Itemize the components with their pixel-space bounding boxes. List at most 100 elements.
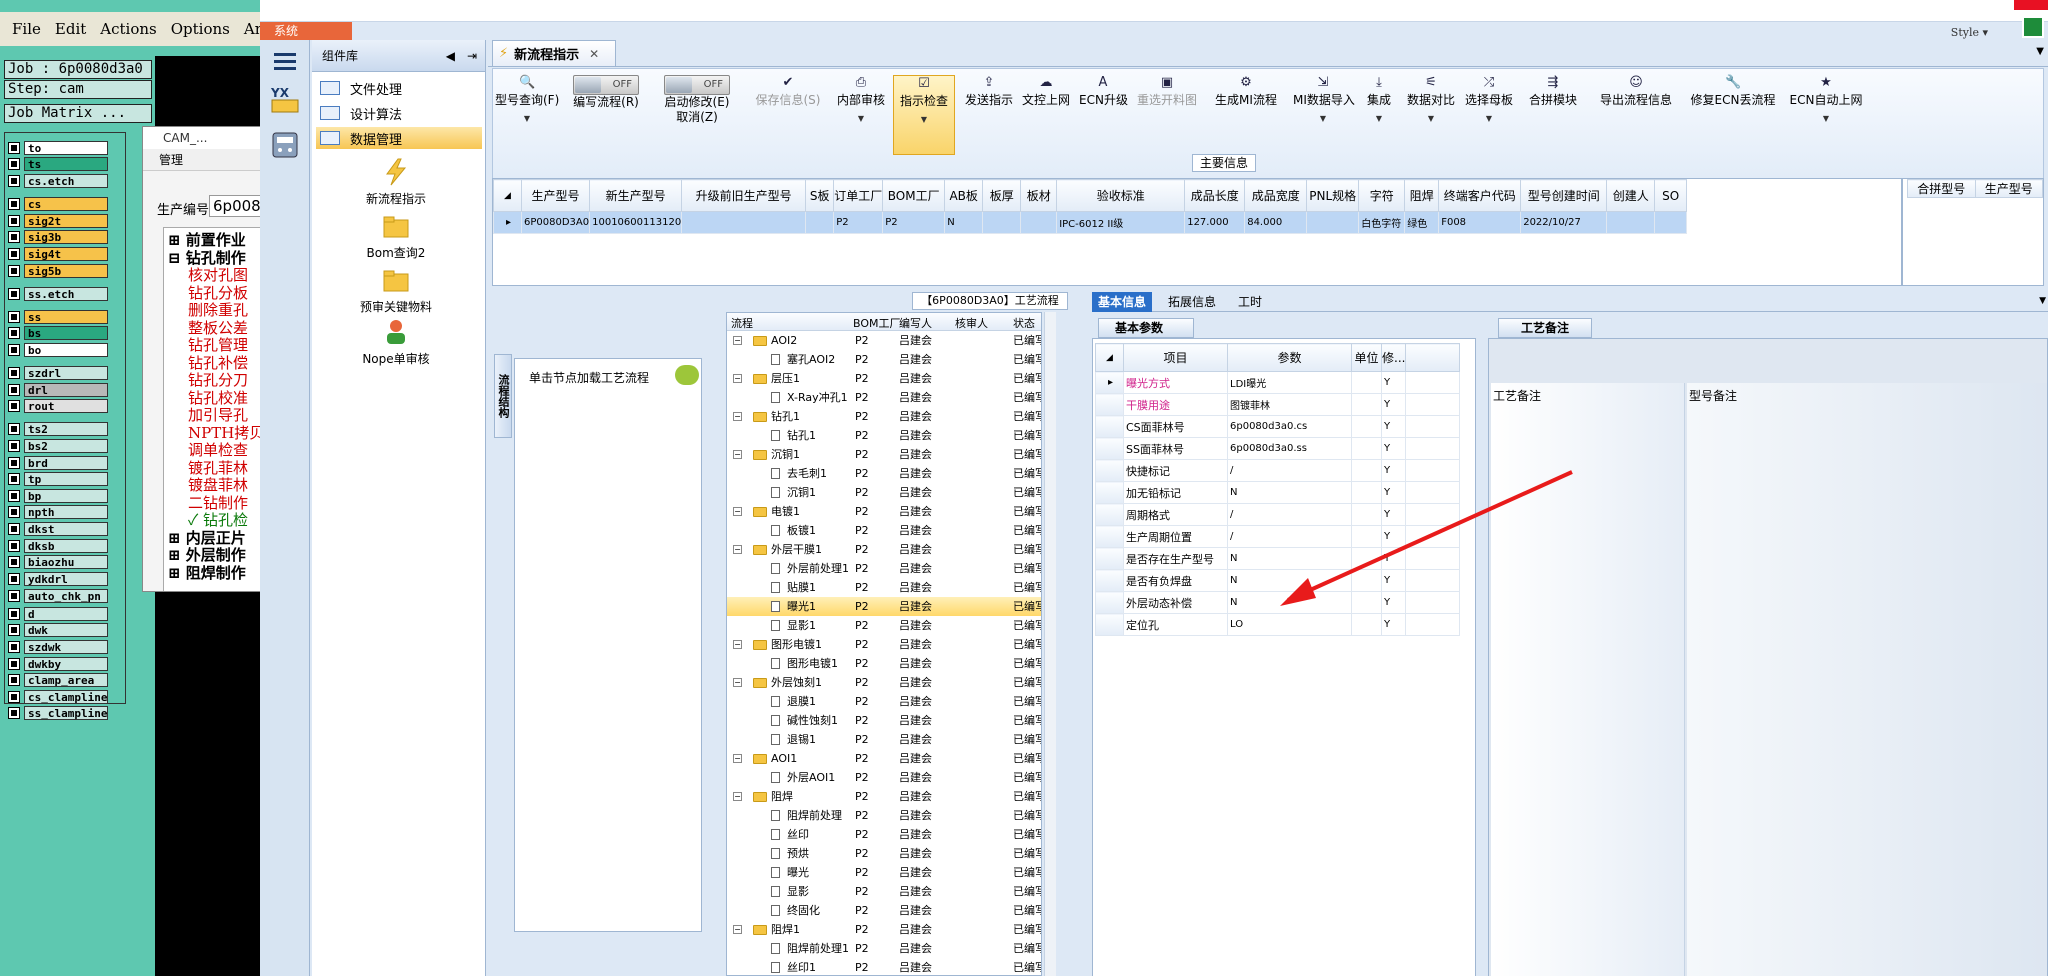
table-cell[interactable]: F008 [1438,211,1522,234]
layer-checkbox[interactable] [8,640,20,653]
layer-name[interactable]: ts2 [24,422,108,437]
layer-name[interactable]: ydkdrl [24,572,108,587]
chevron-down-icon[interactable]: ▼ [1293,111,1353,126]
layer-row[interactable]: bo [8,342,108,357]
flow-tree-row[interactable]: 丝印1 P2 吕建会 已编写 [727,958,1041,975]
layer-row[interactable]: biaozhu [8,555,108,570]
chevron-down-icon[interactable]: ▼ [837,111,885,126]
layer-row[interactable]: bs [8,326,108,341]
cam-tree-item[interactable]: 钻孔补偿 [188,355,248,371]
yx-app-icon[interactable]: YX [270,84,300,114]
layer-row[interactable]: clamp_area [8,673,108,688]
table-row[interactable]: CS面菲林号 6p0080d3a0.cs Y [1095,415,1461,438]
collapse-ribbon-icon[interactable]: ▼ [2036,46,2044,57]
table-cell[interactable] [681,211,807,234]
layer-row[interactable]: d [8,606,108,621]
component-file-processing[interactable]: 文件处理 [316,77,482,99]
layer-checkbox[interactable] [8,264,20,277]
toolbar-gears-button[interactable]: ⚙ 生成MI流程 [1207,75,1285,155]
table-cell[interactable]: 10010600113120 [589,211,683,234]
table-cell[interactable]: 6P0080D3A0 [520,211,591,234]
param-value[interactable]: N [1227,591,1352,614]
toolbar-upload-button[interactable]: ⇪ 发送指示 [963,75,1015,155]
flow-structure-vtab[interactable]: 流程结构 [494,354,512,438]
layer-row[interactable]: ss.etch [8,286,108,301]
table-cell[interactable]: 84.000 [1244,211,1308,234]
layer-name[interactable]: szdrl [24,365,108,380]
table-cell[interactable]: 127.000 [1184,211,1246,234]
collapse-icon[interactable]: − [733,792,742,801]
layer-name[interactable]: bs [24,326,108,341]
column-header[interactable]: 订单工厂 [833,179,884,212]
calculator-icon[interactable] [270,130,300,160]
layer-checkbox[interactable] [8,506,20,519]
layer-name[interactable]: clamp_area [24,673,108,688]
layer-name[interactable]: ts [24,157,108,172]
chevron-down-icon[interactable]: ▼ [1359,111,1399,126]
param-value[interactable]: N [1227,547,1352,570]
layer-checkbox[interactable] [8,174,20,187]
layer-row[interactable]: sig4t [8,246,108,261]
layer-checkbox[interactable] [8,473,20,486]
layer-checkbox[interactable] [8,624,20,637]
layer-name[interactable]: dksb [24,538,108,553]
close-button[interactable] [2014,0,2048,10]
cam-tree-item[interactable]: 镀盘菲林 [188,477,248,493]
layer-row[interactable]: ss_clampline [8,706,108,721]
pin-icon[interactable]: ⇥ [467,49,477,63]
table-cell[interactable] [982,211,1022,234]
flow-scrollbar[interactable] [1044,312,1056,976]
toolbar-merge-button[interactable]: ⇶ 合拼模块 [1523,75,1583,155]
toolbar-download-button[interactable]: ⤓ 集成 ▼ [1359,75,1399,155]
column-header[interactable]: 板材 [1020,179,1058,212]
collapse-icon[interactable]: − [733,640,742,649]
param-value[interactable]: 图镀菲林 [1227,393,1352,416]
column-header[interactable]: AB板 [944,179,984,212]
document-tab[interactable]: ⚡ 新流程指示 ✕ [492,40,616,66]
layer-checkbox[interactable] [8,690,20,703]
column-header[interactable]: 验收标准 [1056,179,1186,212]
layer-name[interactable]: ss_clampline [24,706,108,721]
layer-checkbox[interactable] [8,327,20,340]
layer-checkbox[interactable] [8,310,20,323]
table-cell[interactable]: IPC-6012 II级 [1056,211,1186,234]
layer-name[interactable]: bp [24,488,108,503]
cam-tree-item[interactable]: 钻孔分板 [188,285,248,301]
toolbar-import-button[interactable]: ⇲ MI数据导入 ▼ [1293,75,1355,155]
toggle-off-icon[interactable]: OFF [664,75,730,95]
layer-name[interactable]: ss [24,309,108,324]
column-header[interactable]: 合拼型号 [1907,179,1976,198]
collapse-icon[interactable]: − [733,450,742,459]
cam-tree-item[interactable]: 整板公差 [188,320,248,336]
layer-checkbox[interactable] [8,674,20,687]
table-cell[interactable]: 绿色 [1404,211,1440,234]
cam-menu-file[interactable]: File [12,20,41,38]
column-header[interactable]: S板 [805,179,835,212]
layer-name[interactable]: szdwk [24,639,108,654]
tool-new-process[interactable]: 新流程指示 [336,158,456,207]
flow-tree-row[interactable]: 图形电镀1 P2 吕建会 已编写 [727,654,1041,673]
layer-checkbox[interactable] [8,231,20,244]
tool-bom-query[interactable]: Bom查询2 [336,212,456,261]
layer-name[interactable]: bs2 [24,438,108,453]
layer-checkbox[interactable] [8,556,20,569]
toolbar-compare-button[interactable]: ⚟ 数据对比 ▼ [1407,75,1455,155]
cam-tree-item[interactable]: 调单检查 [188,442,248,458]
layer-row[interactable]: sig5b [8,263,108,278]
column-header[interactable]: 终端客户代码 [1438,179,1522,212]
layer-name[interactable]: tp [24,472,108,487]
cam-tree-item[interactable]: NPTH拷贝 [188,425,261,441]
table-cell[interactable] [1306,211,1360,234]
layer-row[interactable]: brd [8,455,108,470]
layer-row[interactable]: bp [8,488,108,503]
flow-tree-row[interactable]: − 阻焊 P2 吕建会 已编写 [727,787,1041,806]
flow-tree-row[interactable]: 阻焊前处理 P2 吕建会 已编写 [727,806,1041,825]
cam-tree-item[interactable]: ⊞ 外层制作 [168,547,246,563]
column-header[interactable]: 板厚 [982,179,1022,212]
layer-checkbox[interactable] [8,343,20,356]
table-row[interactable]: ▸ 6P0080D3A0 10010600113120 P2 P2 N IPC-6012 I… [493,211,1688,234]
cam-tree-item[interactable]: ✓ 钻孔检 [188,512,248,528]
tool-pre-review[interactable]: 预审关键物料 [336,266,456,315]
table-row[interactable]: SS面菲林号 6p0080d3a0.ss Y [1095,437,1461,460]
layer-row[interactable]: tp [8,472,108,487]
